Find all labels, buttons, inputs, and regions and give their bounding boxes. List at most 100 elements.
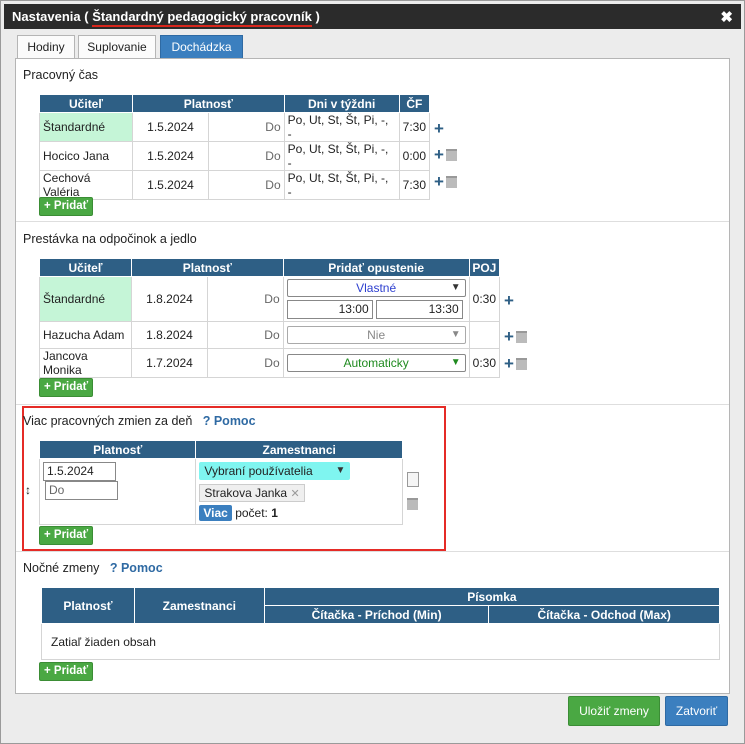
count-row: Viac počet: 1 — [199, 505, 399, 521]
col-poj: POJ — [468, 258, 501, 277]
remove-chip-icon[interactable]: ✕ — [290, 488, 299, 500]
col-reader-out: Čítačka - Odchod (Max) — [488, 605, 720, 624]
employee-mode-select[interactable]: Vybraní používatelia ▼ — [199, 462, 351, 480]
to-cell[interactable]: Do — [208, 112, 285, 142]
teacher-cell[interactable]: Hazucha Adam — [39, 321, 132, 349]
from-cell[interactable]: 1.7.2024 — [131, 348, 208, 378]
tab-suplovanie[interactable]: Suplovanie — [78, 35, 156, 59]
work-time-title: Pracovný čas — [23, 68, 99, 82]
from-cell[interactable]: 1.8.2024 — [131, 321, 208, 349]
leave-mode-select[interactable]: Nie ▼ — [286, 326, 466, 344]
to-cell[interactable]: Do — [208, 170, 285, 200]
col-reader-in: Čítačka - Príchod (Min) — [263, 605, 490, 624]
multi-shift-title: Viac pracovných zmien za deň ? Pomoc — [23, 414, 256, 428]
chevron-down-icon: ▼ — [450, 282, 461, 293]
cf-cell[interactable]: 7:30 — [398, 112, 431, 142]
col-validity: Platnosť — [131, 258, 284, 277]
break-table: Učiteľ Platnosť Pridať opustenie POJ Šta… — [39, 258, 501, 378]
to-cell[interactable]: Do — [208, 141, 285, 171]
plus-icon[interactable]: + — [434, 173, 444, 190]
work-time-table: Učiteľ Platnosť Dni v týždni ČF Štandard… — [39, 94, 431, 200]
add-work-time-button[interactable]: + Pridať — [39, 197, 94, 216]
trash-icon[interactable] — [515, 357, 527, 370]
to-cell[interactable]: Do — [207, 321, 284, 349]
add-night-shift-button[interactable]: + Pridať — [39, 662, 94, 681]
tab-hodiny[interactable]: Hodiny — [17, 35, 75, 59]
divider — [16, 404, 729, 405]
employee-mode-value: Vybraní používatelia — [204, 464, 313, 478]
table-header: Platnosť Zamestnanci Písomka — [41, 587, 721, 624]
copy-icon[interactable] — [407, 472, 419, 487]
add-break-button[interactable]: + Pridať — [39, 378, 94, 397]
trash-icon[interactable] — [515, 330, 527, 343]
from-date-input[interactable]: 1.5.2024 — [43, 462, 116, 481]
help-link[interactable]: ? Pomoc — [203, 414, 256, 428]
cf-cell[interactable]: 0:00 — [398, 141, 431, 171]
table-row: Štandardné 1.8.2024 Do Vlastné ▼ 13:00 13… — [39, 276, 501, 322]
multi-shift-title-text: Viac pracovných zmien za deň — [23, 414, 193, 428]
plus-icon[interactable]: + — [504, 328, 514, 345]
teacher-cell[interactable]: Štandardné — [39, 112, 133, 142]
row-actions: + — [434, 120, 444, 137]
employee-chip: Strakova Janka ✕ — [199, 484, 305, 502]
tab-content: Pracovný čas Učiteľ Platnosť Dni v týždn… — [15, 58, 730, 694]
to-cell[interactable]: Do — [207, 276, 284, 322]
start-time-input[interactable]: 13:00 — [286, 300, 373, 319]
row-actions: + — [434, 146, 457, 163]
title-bar: Nastavenia ( Štandardný pedagogický prac… — [4, 4, 741, 29]
dialog-title: Nastavenia ( Štandardný pedagogický prac… — [12, 9, 320, 27]
plus-icon[interactable]: + — [434, 146, 444, 163]
close-icon[interactable]: ✖ — [720, 8, 733, 26]
teacher-cell[interactable]: Jancova Monika — [39, 348, 132, 378]
empty-row: Zatiaľ žiaden obsah — [41, 623, 720, 660]
teacher-cell[interactable]: Štandardné — [39, 276, 132, 322]
close-button[interactable]: Zatvoriť — [665, 696, 728, 726]
break-title: Prestávka na odpočinok a jedlo — [23, 232, 197, 246]
leave-mode-value: Vlastné — [356, 281, 397, 295]
help-link[interactable]: ? Pomoc — [110, 561, 163, 575]
divider — [16, 551, 729, 552]
leave-mode-select[interactable]: Automaticky ▼ — [286, 354, 466, 372]
table-row: Cechová Valéria 1.5.2024 Do Po, Ut, St, … — [39, 170, 431, 200]
teacher-cell[interactable]: Cechová Valéria — [39, 170, 133, 200]
leave-mode-select[interactable]: Vlastné ▼ — [286, 279, 466, 297]
poj-cell[interactable] — [468, 321, 501, 349]
days-cell[interactable]: Po, Ut, St, Št, Pi, -, - — [283, 141, 400, 171]
trash-icon[interactable] — [407, 497, 418, 510]
night-shift-title-text: Nočné zmeny — [23, 561, 100, 575]
table-header: Učiteľ Platnosť Dni v týždni ČF — [39, 94, 431, 113]
title-suffix: ) — [311, 9, 320, 24]
add-multi-shift-button[interactable]: + Pridať — [39, 526, 94, 545]
row-actions: + — [504, 355, 527, 372]
days-cell[interactable]: Po, Ut, St, Št, Pi, -, - — [283, 170, 400, 200]
poj-cell[interactable]: 0:30 — [468, 276, 501, 322]
plus-icon[interactable]: + — [434, 120, 444, 137]
cf-cell[interactable]: 7:30 — [398, 170, 431, 200]
trash-icon[interactable] — [445, 175, 457, 188]
end-time-input[interactable]: 13:30 — [375, 300, 463, 319]
col-days: Dni v týždni — [283, 94, 400, 113]
plus-icon[interactable]: + — [504, 355, 514, 372]
teacher-cell[interactable]: Hocico Jana — [39, 141, 133, 171]
from-cell[interactable]: 1.8.2024 — [131, 276, 208, 322]
trash-icon[interactable] — [445, 148, 457, 161]
more-button[interactable]: Viac — [199, 505, 232, 521]
poj-cell[interactable]: 0:30 — [468, 348, 501, 378]
chevron-down-icon: ▼ — [450, 357, 461, 368]
to-cell[interactable]: Do — [207, 348, 284, 378]
drag-handle-icon[interactable]: ↕ — [25, 483, 31, 497]
from-cell[interactable]: 1.5.2024 — [132, 141, 209, 171]
save-button[interactable]: Uložiť zmeny — [568, 696, 660, 726]
from-cell[interactable]: 1.5.2024 — [132, 112, 209, 142]
empty-message: Zatiaľ žiaden obsah — [41, 623, 720, 660]
leave-mode-value: Nie — [367, 328, 386, 342]
employees-cell: Vybraní používatelia ▼ Strakova Janka ✕ V… — [195, 458, 403, 525]
from-cell[interactable]: 1.5.2024 — [132, 170, 209, 200]
days-cell[interactable]: Po, Ut, St, Št, Pi, -, - — [283, 112, 400, 142]
col-validity: Platnosť — [132, 94, 285, 113]
to-date-input[interactable]: Do — [45, 481, 118, 500]
plus-icon[interactable]: + — [504, 292, 514, 309]
tab-dochadzka[interactable]: Dochádzka — [160, 35, 243, 59]
col-teacher: Učiteľ — [39, 94, 133, 113]
chevron-down-icon: ▼ — [335, 465, 346, 476]
